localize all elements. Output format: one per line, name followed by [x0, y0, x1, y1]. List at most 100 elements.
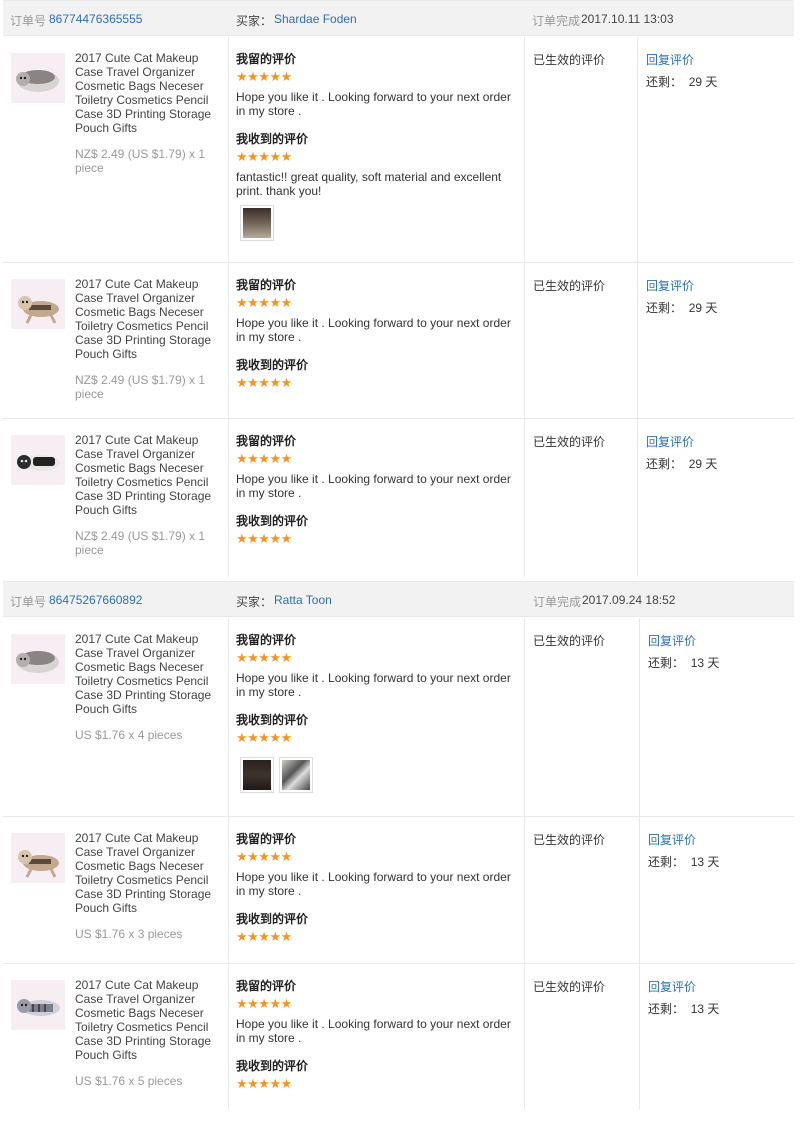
remaining-value: 13 天 [690, 656, 720, 670]
left-review-heading: 我留的评价 [236, 278, 297, 292]
completed-time: 2017.09.24 18:52 [582, 593, 676, 607]
product-title-link[interactable]: 2017 Cute Cat Makeup Case Travel Organiz… [75, 277, 223, 361]
review-photo[interactable] [240, 205, 274, 241]
left-review-heading: 我留的评价 [236, 434, 297, 448]
buyer-name-link[interactable]: Ratta Toon [274, 593, 332, 607]
reply-review-link[interactable]: 回复评价 [646, 277, 694, 294]
remaining-value: 13 天 [690, 1002, 720, 1016]
order-header: 订单号 86475267660892 买家： Ratta Toon 订单完成 2… [3, 581, 794, 617]
product-image[interactable] [11, 435, 65, 485]
completed-time: 2017.10.11 13:03 [581, 12, 674, 26]
order-number-link[interactable]: 86475267660892 [49, 593, 142, 607]
order-block: 订单号 86475267660892 买家： Ratta Toon 订单完成 2… [3, 581, 794, 1111]
reply-review-link[interactable]: 回复评价 [648, 978, 696, 995]
remaining-time: 还剩： 29 天 [646, 455, 717, 472]
remaining-time: 还剩： 13 天 [648, 853, 719, 870]
left-review: 我留的评价 ★★★★★ Hope you like it . Looking f… [236, 832, 521, 943]
list-item: 2017 Cute Cat Makeup Case Travel Organiz… [3, 817, 794, 964]
product-title-link[interactable]: 2017 Cute Cat Makeup Case Travel Organiz… [75, 433, 223, 517]
remaining-value: 13 天 [690, 855, 720, 869]
star-rating: ★★★★★ [236, 531, 292, 546]
review-status: 已生效的评价 [533, 833, 606, 847]
product-title-link[interactable]: 2017 Cute Cat Makeup Case Travel Organiz… [75, 632, 223, 716]
list-item: 2017 Cute Cat Makeup Case Travel Organiz… [3, 263, 794, 419]
product-image[interactable] [11, 279, 65, 329]
reply-review-link[interactable]: 回复评价 [646, 433, 694, 450]
completed-label: 订单完成 [532, 14, 581, 28]
remaining-label: 还剩： [646, 301, 683, 315]
product-image[interactable] [11, 980, 65, 1030]
review-status: 已生效的评价 [533, 53, 606, 67]
product-price: NZ$ 2.49 (US $1.79) x 1 piece [75, 529, 206, 557]
product-title-link[interactable]: 2017 Cute Cat Makeup Case Travel Organiz… [75, 51, 223, 135]
left-review: 我留的评价 ★★★★★ Hope you like it . Looking f… [236, 278, 521, 389]
seller-reply-text: Hope you like it . Looking forward to yo… [236, 472, 511, 500]
product-price: NZ$ 2.49 (US $1.79) x 1 piece [75, 147, 206, 175]
remaining-time: 还剩： 13 天 [648, 654, 719, 671]
star-rating: ★★★★★ [236, 650, 292, 665]
review-status: 已生效的评价 [533, 279, 606, 293]
review-status: 已生效的评价 [533, 634, 606, 648]
product-image[interactable] [11, 634, 65, 684]
reply-review-link[interactable]: 回复评价 [648, 831, 696, 848]
remaining-time: 还剩： 29 天 [646, 73, 717, 90]
received-review-heading: 我收到的评价 [236, 132, 309, 146]
remaining-value: 29 天 [688, 301, 718, 315]
seller-reply-text: Hope you like it . Looking forward to yo… [236, 1017, 511, 1045]
received-review-heading: 我收到的评价 [236, 514, 309, 528]
product-price: NZ$ 2.49 (US $1.79) x 1 piece [75, 373, 206, 401]
star-rating: ★★★★★ [236, 451, 292, 466]
order-no-label: 订单号 [10, 14, 47, 28]
received-review-heading: 我收到的评价 [236, 713, 309, 727]
remaining-label: 还剩： [646, 457, 683, 471]
seller-reply-text: Hope you like it . Looking forward to yo… [236, 870, 511, 898]
product-price: US $1.76 x 3 pieces [75, 927, 183, 941]
received-review-heading: 我收到的评价 [236, 912, 309, 926]
star-rating: ★★★★★ [236, 929, 292, 944]
order-header: 订单号 86774476365555 买家： Shardae Foden 订单完… [3, 0, 794, 36]
order-block: 订单号 86774476365555 买家： Shardae Foden 订单完… [3, 0, 794, 577]
remaining-value: 29 天 [688, 75, 718, 89]
left-review-heading: 我留的评价 [236, 832, 297, 846]
star-rating: ★★★★★ [236, 996, 292, 1011]
list-item: 2017 Cute Cat Makeup Case Travel Organiz… [3, 618, 794, 817]
product-title-link[interactable]: 2017 Cute Cat Makeup Case Travel Organiz… [75, 978, 223, 1062]
product-image[interactable] [11, 53, 65, 103]
review-photo[interactable] [240, 757, 274, 793]
product-title-link[interactable]: 2017 Cute Cat Makeup Case Travel Organiz… [75, 831, 223, 915]
star-rating: ★★★★★ [236, 69, 292, 84]
remaining-label: 还剩： [648, 855, 685, 869]
left-review: 我留的评价 ★★★★★ Hope you like it . Looking f… [236, 52, 521, 241]
remaining-time: 还剩： 29 天 [646, 299, 717, 316]
reply-review-link[interactable]: 回复评价 [646, 51, 694, 68]
buyer-name-link[interactable]: Shardae Foden [274, 12, 357, 26]
left-review: 我留的评价 ★★★★★ Hope you like it . Looking f… [236, 434, 521, 545]
product-image[interactable] [11, 833, 65, 883]
list-item: 2017 Cute Cat Makeup Case Travel Organiz… [3, 419, 794, 577]
left-review: 我留的评价 ★★★★★ Hope you like it . Looking f… [236, 633, 521, 793]
list-item: 2017 Cute Cat Makeup Case Travel Organiz… [3, 37, 794, 263]
list-item: 2017 Cute Cat Makeup Case Travel Organiz… [3, 964, 794, 1109]
received-review-heading: 我收到的评价 [236, 1059, 309, 1073]
review-status: 已生效的评价 [533, 980, 606, 994]
left-review-heading: 我留的评价 [236, 633, 297, 647]
reply-review-link[interactable]: 回复评价 [648, 632, 696, 649]
order-number-link[interactable]: 86774476365555 [49, 12, 142, 26]
seller-reply-text: Hope you like it . Looking forward to yo… [236, 90, 511, 118]
buyer-label: 买家： [236, 14, 273, 28]
star-rating: ★★★★★ [236, 295, 292, 310]
left-review-heading: 我留的评价 [236, 979, 297, 993]
star-rating: ★★★★★ [236, 849, 292, 864]
remaining-label: 还剩： [648, 1002, 685, 1016]
remaining-time: 还剩： 13 天 [648, 1000, 719, 1017]
order-no-label: 订单号 [10, 595, 47, 609]
seller-reply-text: Hope you like it . Looking forward to yo… [236, 671, 511, 699]
completed-label: 订单完成 [533, 595, 582, 609]
left-review-heading: 我留的评价 [236, 52, 297, 66]
star-rating: ★★★★★ [236, 1076, 292, 1091]
product-price: US $1.76 x 5 pieces [75, 1074, 183, 1088]
review-photo[interactable] [279, 757, 313, 793]
received-review-heading: 我收到的评价 [236, 358, 309, 372]
remaining-value: 29 天 [688, 457, 718, 471]
review-status: 已生效的评价 [533, 435, 606, 449]
